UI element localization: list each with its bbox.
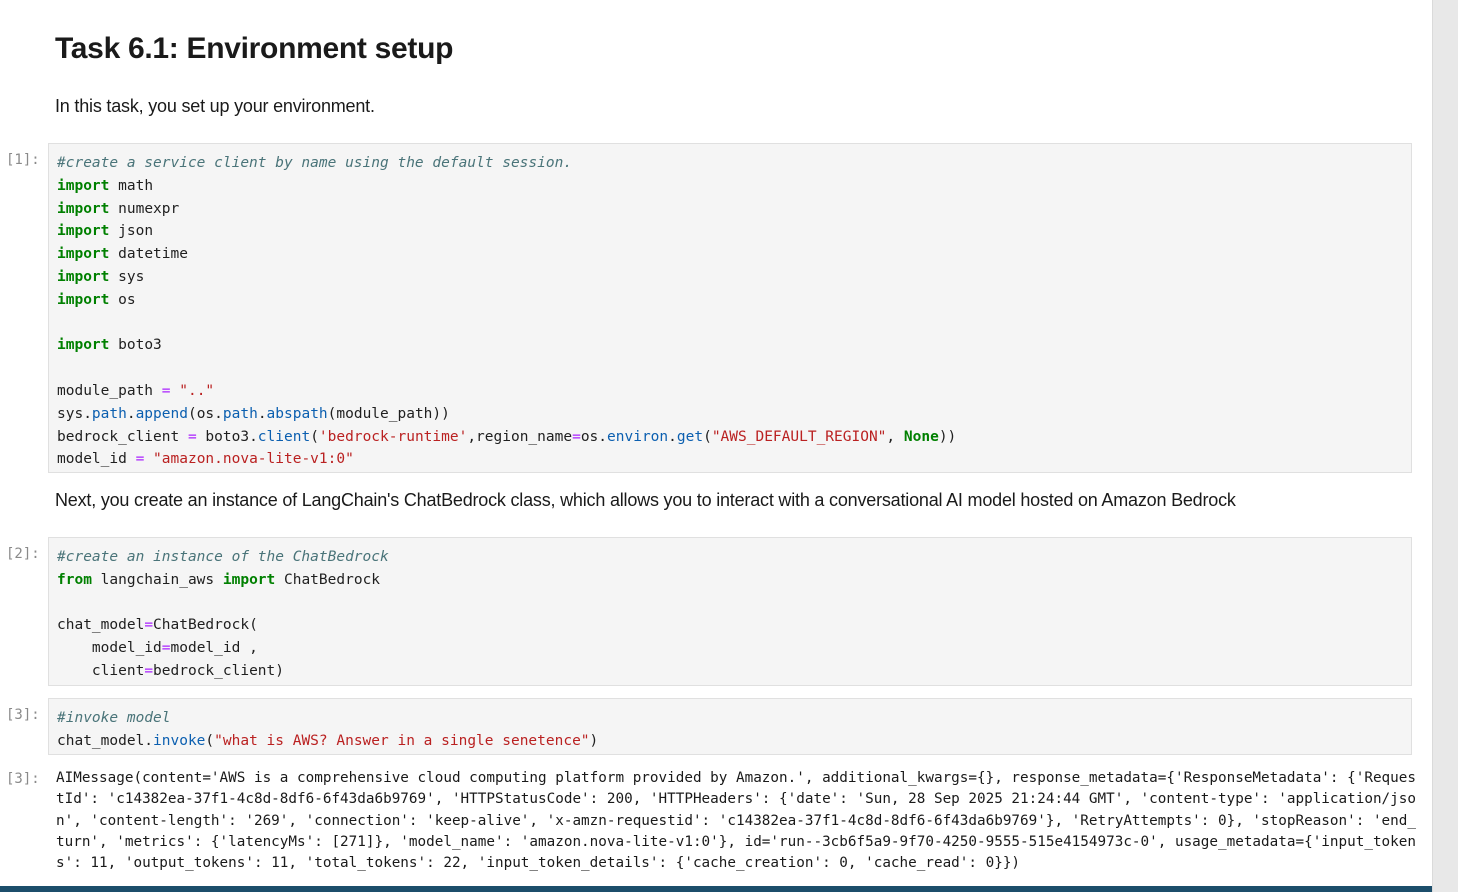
notebook-panel: Task 6.1: Environment setup In this task… [0, 0, 1432, 886]
code-comment: #create a service client by name using t… [57, 155, 573, 171]
code-cell-2[interactable]: #create an instance of the ChatBedrock f… [48, 537, 1412, 686]
vertical-scrollbar[interactable] [1432, 0, 1458, 892]
langchain-description: Next, you create an instance of LangChai… [55, 490, 1236, 510]
status-bar [0, 886, 1432, 892]
cell-3-prompt: [3]: [6, 707, 40, 723]
output-3-prompt: [3]: [6, 771, 40, 787]
cell-2-prompt: [2]: [6, 546, 40, 562]
code-cell-3-source[interactable]: #invoke model chat_model.invoke("what is… [57, 707, 1411, 753]
task-heading: Task 6.1: Environment setup [55, 32, 454, 65]
code-cell-1[interactable]: #create a service client by name using t… [48, 143, 1412, 473]
cell-1-prompt: [1]: [6, 152, 40, 168]
code-comment: #invoke model [57, 710, 171, 726]
intro-text: In this task, you set up your environmen… [55, 96, 375, 116]
code-comment: #create an instance of the ChatBedrock [57, 549, 389, 565]
cell-3-output: AIMessage(content='AWS is a comprehensiv… [56, 770, 1416, 872]
code-cell-3[interactable]: #invoke model chat_model.invoke("what is… [48, 698, 1412, 755]
code-cell-1-source[interactable]: #create a service client by name using t… [57, 152, 1411, 471]
code-cell-2-source[interactable]: #create an instance of the ChatBedrock f… [57, 546, 1411, 683]
